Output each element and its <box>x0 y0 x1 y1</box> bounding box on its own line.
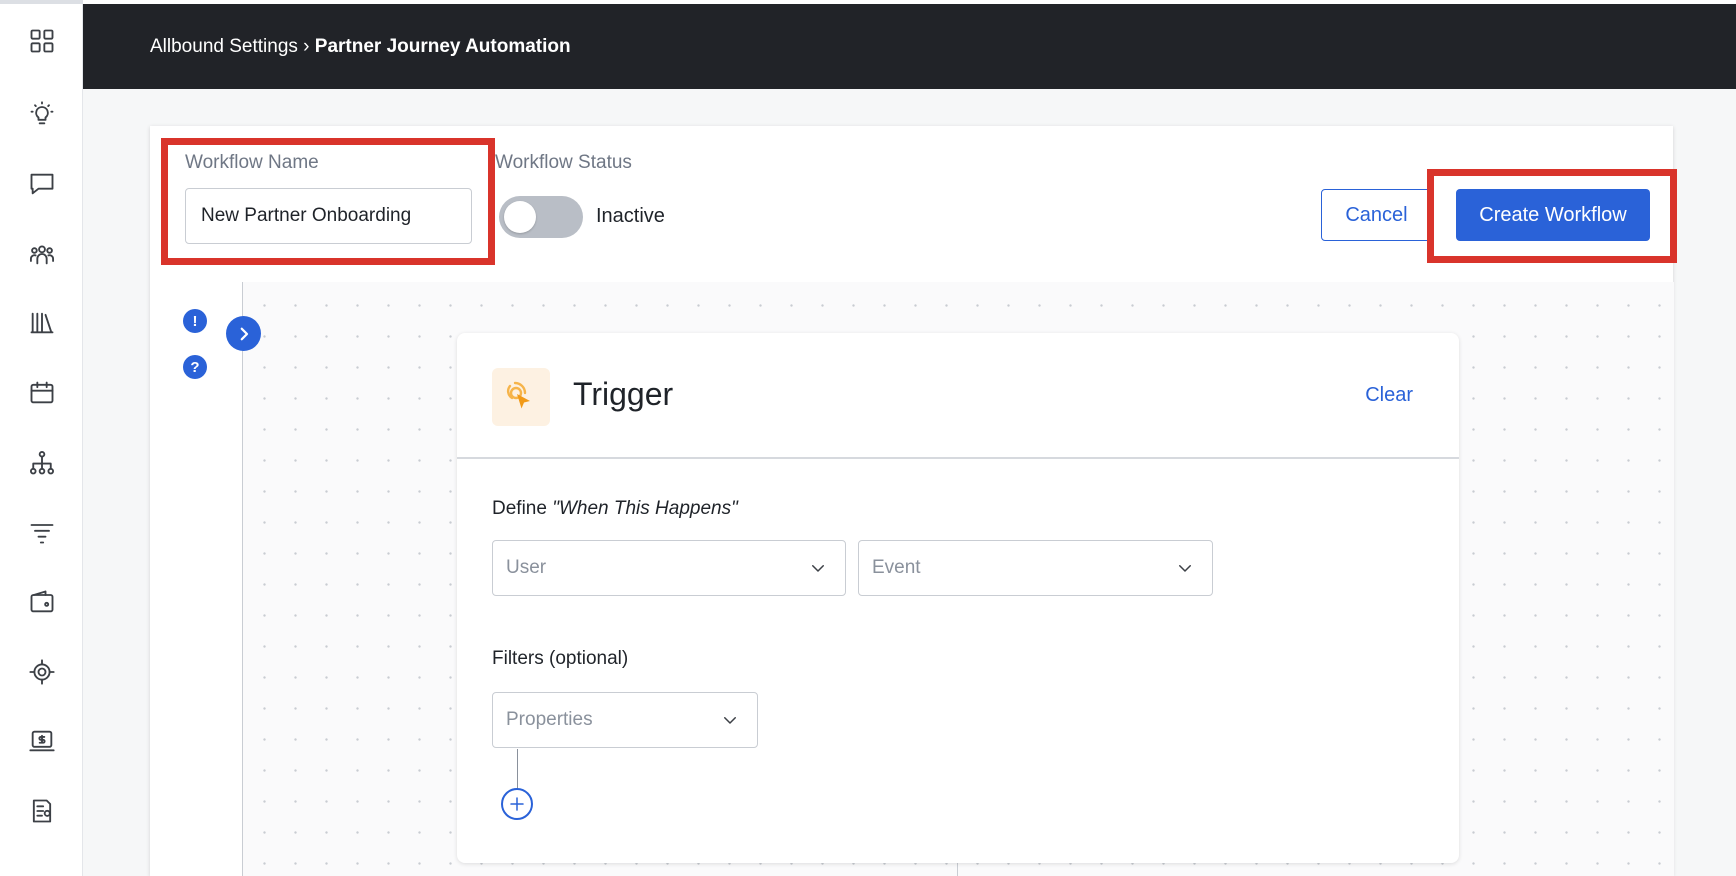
filter-icon[interactable] <box>25 515 59 549</box>
calendar-icon[interactable] <box>25 376 59 410</box>
define-prefix: Define <box>492 498 547 519</box>
top-bar: Allbound Settings › Partner Journey Auto… <box>83 4 1736 89</box>
breadcrumb-separator: › <box>303 35 310 57</box>
breadcrumb-current: Partner Journey Automation <box>314 35 571 57</box>
define-emphasis: "When This Happens" <box>552 498 738 519</box>
status-value: Inactive <box>596 205 665 227</box>
payment-icon[interactable] <box>25 724 59 758</box>
filter-connector-line <box>517 749 518 793</box>
user-select[interactable]: User <box>492 540 846 596</box>
wallet-icon[interactable] <box>25 585 59 619</box>
event-select-placeholder: Event <box>872 557 921 578</box>
plus-icon <box>510 797 524 811</box>
trigger-title: Trigger <box>573 376 674 412</box>
user-select-placeholder: User <box>506 557 547 578</box>
alert-icon[interactable]: ! <box>183 309 207 333</box>
add-filter-button[interactable] <box>501 788 533 820</box>
help-icon[interactable]: ? <box>183 355 207 379</box>
create-workflow-button[interactable]: Create Workflow <box>1456 189 1650 241</box>
chevron-down-icon <box>809 559 827 577</box>
expand-panel-button[interactable] <box>226 316 261 351</box>
filters-label: Filters (optional) <box>492 648 629 669</box>
properties-select[interactable]: Properties <box>492 692 758 748</box>
target-icon[interactable] <box>25 655 59 689</box>
workflow-name-input[interactable] <box>185 188 472 244</box>
status-toggle[interactable] <box>499 196 583 238</box>
sidebar <box>0 0 83 876</box>
pointer-click-icon <box>492 368 550 426</box>
workflow-status-label: Workflow Status <box>495 152 632 173</box>
dashboard-icon[interactable] <box>25 24 59 58</box>
chevron-down-icon <box>721 711 739 729</box>
sidebar-top-divider <box>0 0 83 4</box>
event-select[interactable]: Event <box>858 540 1213 596</box>
workflow-name-label: Workflow Name <box>185 152 319 173</box>
toggle-knob <box>504 201 536 233</box>
report-icon[interactable] <box>25 794 59 828</box>
trigger-header: Trigger Clear <box>457 333 1459 459</box>
cancel-button[interactable]: Cancel <box>1321 189 1432 241</box>
chevron-right-icon <box>240 327 248 340</box>
breadcrumb: Allbound Settings › Partner Journey Auto… <box>150 36 571 58</box>
chat-icon[interactable] <box>25 167 59 201</box>
breadcrumb-parent[interactable]: Allbound Settings <box>150 36 298 57</box>
trigger-card: Trigger Clear Define "When This Happens"… <box>457 333 1459 863</box>
define-label: Define "When This Happens" <box>492 498 738 520</box>
org-chart-icon[interactable] <box>25 446 59 480</box>
users-icon[interactable] <box>25 237 59 271</box>
chevron-down-icon <box>1176 559 1194 577</box>
library-icon[interactable] <box>25 306 59 340</box>
lightbulb-icon[interactable] <box>25 97 59 131</box>
clear-link[interactable]: Clear <box>1365 384 1413 407</box>
properties-select-placeholder: Properties <box>506 709 593 730</box>
